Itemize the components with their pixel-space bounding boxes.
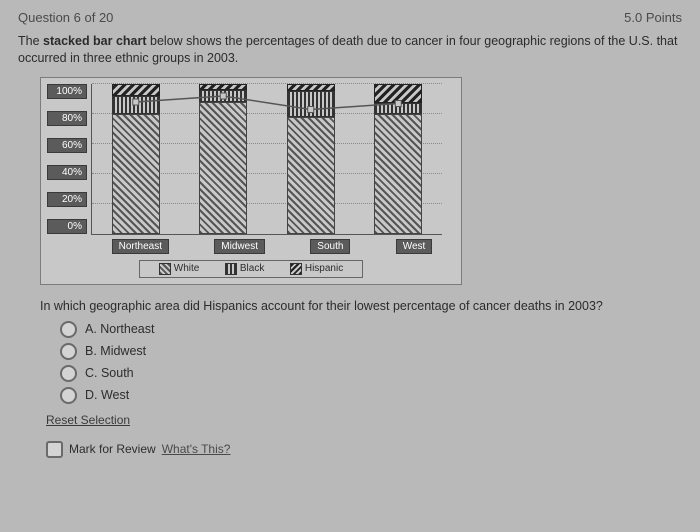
choice-a[interactable]: A. Northeast <box>60 321 682 338</box>
choice-b[interactable]: B. Midwest <box>60 343 682 360</box>
question-progress: Question 6 of 20 <box>18 10 113 25</box>
y-tick: 100% <box>47 84 87 99</box>
question-points: 5.0 Points <box>624 10 682 25</box>
radio-icon[interactable] <box>60 387 77 404</box>
swatch-icon <box>159 263 171 275</box>
legend-black: Black <box>225 263 264 275</box>
y-tick: 20% <box>47 192 87 207</box>
x-axis: Northeast Midwest South West <box>89 239 455 254</box>
choice-label: A. Northeast <box>85 322 154 336</box>
mark-for-review-checkbox[interactable] <box>46 441 63 458</box>
swatch-icon <box>290 263 302 275</box>
stem-prefix: The <box>18 34 43 48</box>
quiz-page: Question 6 of 20 5.0 Points The stacked … <box>0 0 700 532</box>
plot-wrap: 100% 80% 60% 40% 20% 0% <box>41 78 461 235</box>
choice-label: C. South <box>85 366 134 380</box>
overlay-line <box>92 84 442 234</box>
reset-selection-link[interactable]: Reset Selection <box>46 413 130 427</box>
x-tick: West <box>396 239 433 254</box>
stem-bold: stacked bar chart <box>43 34 147 48</box>
radio-icon[interactable] <box>60 343 77 360</box>
legend-label: Hispanic <box>305 263 343 274</box>
x-tick: South <box>310 239 350 254</box>
choice-c[interactable]: C. South <box>60 365 682 382</box>
plot-area <box>91 84 442 235</box>
legend-label: White <box>174 263 200 274</box>
y-tick: 0% <box>47 219 87 234</box>
y-tick: 60% <box>47 138 87 153</box>
legend-white: White <box>159 263 200 275</box>
radio-icon[interactable] <box>60 365 77 382</box>
swatch-icon <box>225 263 237 275</box>
legend-hispanic: Hispanic <box>290 263 343 275</box>
radio-icon[interactable] <box>60 321 77 338</box>
x-tick: Midwest <box>214 239 265 254</box>
y-tick: 80% <box>47 111 87 126</box>
mark-for-review-row: Mark for Review What's This? <box>46 441 682 458</box>
y-tick: 40% <box>47 165 87 180</box>
question-text: In which geographic area did Hispanics a… <box>40 299 682 313</box>
question-header: Question 6 of 20 5.0 Points <box>18 10 682 25</box>
whats-this-link[interactable]: What's This? <box>162 442 231 456</box>
question-stem: The stacked bar chart below shows the pe… <box>18 33 682 67</box>
legend-label: Black <box>240 263 264 274</box>
mark-for-review-label: Mark for Review <box>69 442 156 456</box>
chart-legend: White Black Hispanic <box>139 260 363 278</box>
choice-label: B. Midwest <box>85 344 146 358</box>
x-tick: Northeast <box>112 239 169 254</box>
choice-label: D. West <box>85 388 129 402</box>
answer-choices: A. Northeast B. Midwest C. South D. West <box>60 321 682 404</box>
chart-container: 100% 80% 60% 40% 20% 0% Northeast Midwest South… <box>40 77 462 285</box>
y-axis: 100% 80% 60% 40% 20% 0% <box>47 84 87 234</box>
choice-d[interactable]: D. West <box>60 387 682 404</box>
